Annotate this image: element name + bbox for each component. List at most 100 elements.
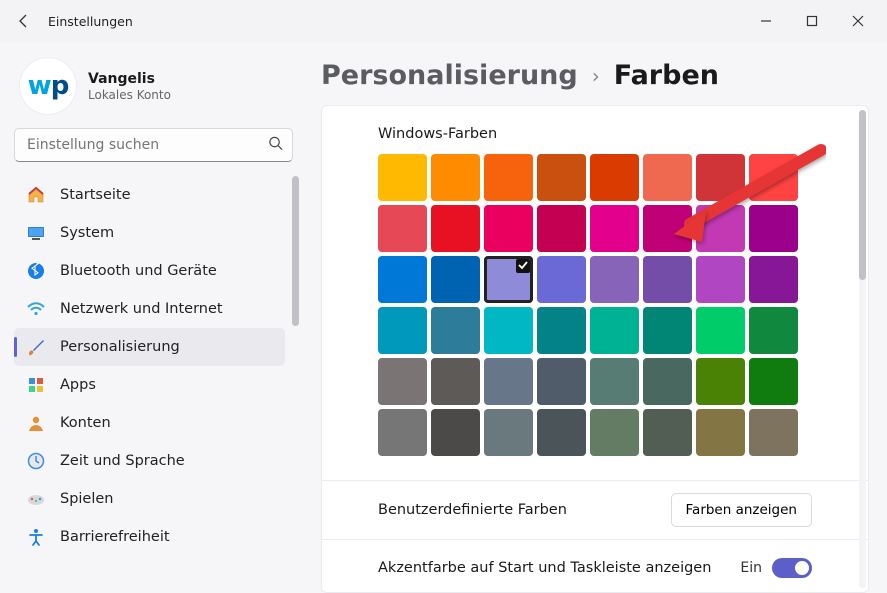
- accent-toggle-state: Ein: [740, 560, 762, 576]
- checkmark-icon: [517, 259, 529, 271]
- color-swatch[interactable]: [590, 256, 639, 303]
- color-swatch[interactable]: [749, 409, 798, 456]
- breadcrumb-parent[interactable]: Personalisierung: [321, 60, 578, 91]
- game-icon: [26, 489, 46, 509]
- sidebar-item-time[interactable]: Zeit und Sprache: [14, 442, 285, 480]
- color-swatch[interactable]: [537, 358, 586, 405]
- bt-icon: [26, 261, 46, 281]
- color-swatch[interactable]: [431, 358, 480, 405]
- window-title: Einstellungen: [48, 14, 133, 29]
- color-swatch[interactable]: [378, 409, 427, 456]
- sidebar-item-game[interactable]: Spielen: [14, 480, 285, 518]
- color-swatch[interactable]: [378, 358, 427, 405]
- apps-icon: [26, 375, 46, 395]
- sidebar-scrollbar-track[interactable]: [292, 176, 299, 593]
- content-card: Windows-Farben Benutzerdefinierte Farben…: [321, 105, 869, 593]
- sidebar-item-label: Zeit und Sprache: [60, 453, 185, 469]
- sidebar-item-label: Startseite: [60, 187, 131, 203]
- color-swatch[interactable]: [643, 154, 692, 201]
- color-swatch[interactable]: [484, 154, 533, 201]
- back-button[interactable]: [6, 3, 42, 39]
- color-swatch[interactable]: [484, 256, 533, 303]
- color-swatch[interactable]: [431, 256, 480, 303]
- color-swatch[interactable]: [484, 307, 533, 354]
- minimize-button[interactable]: [743, 5, 789, 37]
- accent-toggle-label: Akzentfarbe auf Start und Taskleiste anz…: [378, 560, 711, 576]
- color-swatch[interactable]: [484, 205, 533, 252]
- color-swatch[interactable]: [537, 205, 586, 252]
- color-swatch[interactable]: [749, 256, 798, 303]
- color-swatch[interactable]: [590, 205, 639, 252]
- system-icon: [26, 223, 46, 243]
- sidebar-item-label: Konten: [60, 415, 111, 431]
- search-input[interactable]: [14, 128, 293, 162]
- color-swatch[interactable]: [431, 205, 480, 252]
- color-swatch[interactable]: [484, 409, 533, 456]
- color-swatch[interactable]: [696, 409, 745, 456]
- color-swatch[interactable]: [696, 154, 745, 201]
- color-swatch[interactable]: [537, 256, 586, 303]
- sidebar-item-label: Bluetooth und Geräte: [60, 263, 217, 279]
- color-swatch[interactable]: [378, 154, 427, 201]
- sidebar-item-label: Apps: [60, 377, 96, 393]
- sidebar-item-wifi[interactable]: Netzwerk und Internet: [14, 290, 285, 328]
- color-swatch[interactable]: [590, 358, 639, 405]
- accent-toggle-row: Akzentfarbe auf Start und Taskleiste anz…: [378, 540, 812, 593]
- search-box[interactable]: [14, 128, 293, 162]
- accent-toggle-switch[interactable]: [772, 558, 812, 578]
- account-block[interactable]: wp Vangelis Lokales Konto: [14, 52, 299, 128]
- maximize-button[interactable]: [789, 5, 835, 37]
- sidebar-item-home[interactable]: Startseite: [14, 176, 285, 214]
- color-swatch[interactable]: [590, 409, 639, 456]
- color-swatch[interactable]: [696, 358, 745, 405]
- color-swatch[interactable]: [378, 307, 427, 354]
- nav-list: Startseite System Bluetooth und Geräte Netz…: [14, 176, 299, 593]
- color-swatch[interactable]: [537, 409, 586, 456]
- color-swatch[interactable]: [696, 256, 745, 303]
- color-swatch[interactable]: [749, 205, 798, 252]
- close-button[interactable]: [835, 5, 881, 37]
- color-swatch[interactable]: [643, 307, 692, 354]
- account-name: Vangelis: [88, 71, 171, 87]
- colors-section-title: Windows-Farben: [378, 126, 812, 142]
- sidebar-item-label: Barrierefreiheit: [60, 529, 170, 545]
- sidebar-item-user[interactable]: Konten: [14, 404, 285, 442]
- sidebar-item-label: System: [60, 225, 114, 241]
- sidebar-item-apps[interactable]: Apps: [14, 366, 285, 404]
- color-swatch[interactable]: [696, 307, 745, 354]
- color-swatch[interactable]: [378, 256, 427, 303]
- color-swatch[interactable]: [537, 154, 586, 201]
- color-swatch[interactable]: [643, 256, 692, 303]
- color-swatch[interactable]: [431, 307, 480, 354]
- sidebar-item-access[interactable]: Barrierefreiheit: [14, 518, 285, 556]
- home-icon: [26, 185, 46, 205]
- color-swatch[interactable]: [431, 154, 480, 201]
- main-content: Personalisierung › Farben Windows-Farben: [305, 42, 887, 593]
- color-swatch[interactable]: [749, 358, 798, 405]
- custom-colors-row: Benutzerdefinierte Farben Farben anzeige…: [378, 481, 812, 539]
- arrow-left-icon: [16, 13, 32, 29]
- content-scrollbar-track[interactable]: [859, 110, 866, 588]
- maximize-icon: [806, 15, 818, 27]
- content-scrollbar-thumb[interactable]: [859, 110, 866, 280]
- show-colors-button[interactable]: Farben anzeigen: [671, 493, 812, 527]
- sidebar-item-system[interactable]: System: [14, 214, 285, 252]
- color-swatch[interactable]: [643, 409, 692, 456]
- sidebar-scrollbar-thumb[interactable]: [292, 176, 299, 326]
- search-icon: [268, 136, 283, 155]
- sidebar-item-label: Netzwerk und Internet: [60, 301, 223, 317]
- color-swatch[interactable]: [537, 307, 586, 354]
- color-swatch[interactable]: [484, 358, 533, 405]
- color-swatch[interactable]: [431, 409, 480, 456]
- color-swatch[interactable]: [749, 154, 798, 201]
- color-swatch[interactable]: [643, 205, 692, 252]
- color-swatch[interactable]: [643, 358, 692, 405]
- color-swatch[interactable]: [590, 307, 639, 354]
- color-swatch[interactable]: [696, 205, 745, 252]
- color-swatch[interactable]: [378, 205, 427, 252]
- custom-colors-label: Benutzerdefinierte Farben: [378, 502, 567, 518]
- sidebar-item-bt[interactable]: Bluetooth und Geräte: [14, 252, 285, 290]
- sidebar-item-brush[interactable]: Personalisierung: [14, 328, 285, 366]
- color-swatch[interactable]: [749, 307, 798, 354]
- color-swatch[interactable]: [590, 154, 639, 201]
